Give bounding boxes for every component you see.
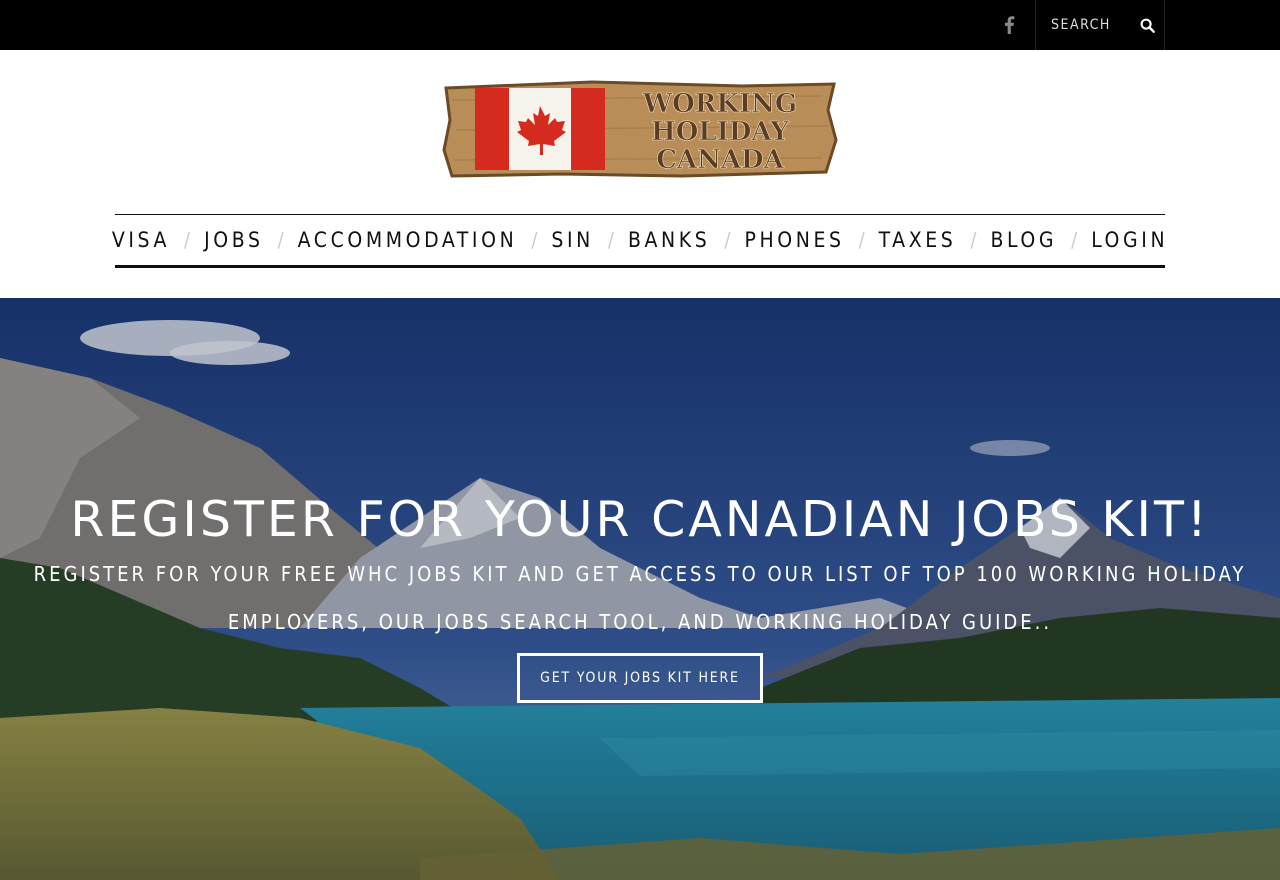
logo-text-line1: WORKING xyxy=(642,89,797,119)
nav-item-banks[interactable]: BANKS xyxy=(628,228,710,252)
nav-item-taxes[interactable]: TAXES xyxy=(879,228,957,252)
search-button[interactable] xyxy=(1134,0,1160,50)
nav-item-login[interactable]: LOGIN xyxy=(1091,228,1168,252)
logo-text-line2: HOLIDAY xyxy=(651,117,789,147)
search-box xyxy=(1035,0,1165,50)
get-jobs-kit-button[interactable]: GET YOUR JOBS KIT HERE xyxy=(517,653,763,703)
nav-separator: / xyxy=(531,228,538,252)
nav-separator: / xyxy=(184,228,191,252)
top-bar xyxy=(0,0,1280,50)
site-logo[interactable]: WORKING HOLIDAY CANADA xyxy=(442,80,838,178)
facebook-link[interactable] xyxy=(994,0,1024,50)
nav-separator: / xyxy=(607,228,614,252)
hero-title: REGISTER FOR YOUR CANADIAN JOBS KIT! xyxy=(70,491,1210,548)
nav-item-visa[interactable]: VISA xyxy=(112,228,170,252)
nav-separator: / xyxy=(970,228,977,252)
nav-item-blog[interactable]: BLOG xyxy=(990,228,1057,252)
nav-item-sin[interactable]: SIN xyxy=(551,228,594,252)
logo-text-line3: CANADA xyxy=(656,145,784,175)
nav-item-phones[interactable]: PHONES xyxy=(744,228,844,252)
search-input[interactable] xyxy=(1036,0,1136,50)
nav-separator: / xyxy=(1071,228,1078,252)
hero-section: REGISTER FOR YOUR CANADIAN JOBS KIT! REG… xyxy=(0,298,1280,880)
facebook-icon xyxy=(1004,16,1015,34)
hero-subtitle: REGISTER FOR YOUR FREE WHC JOBS KIT AND … xyxy=(33,562,1247,634)
nav-separator: / xyxy=(277,228,284,252)
search-icon xyxy=(1140,18,1155,33)
main-nav: VISA / JOBS / ACCOMMODATION / SIN / BANK… xyxy=(112,214,1168,268)
nav-item-accommodation[interactable]: ACCOMMODATION xyxy=(298,228,518,252)
nav-item-jobs[interactable]: JOBS xyxy=(204,228,263,252)
canada-flag-icon xyxy=(475,88,605,170)
nav-separator: / xyxy=(858,228,865,252)
nav-separator: / xyxy=(724,228,731,252)
